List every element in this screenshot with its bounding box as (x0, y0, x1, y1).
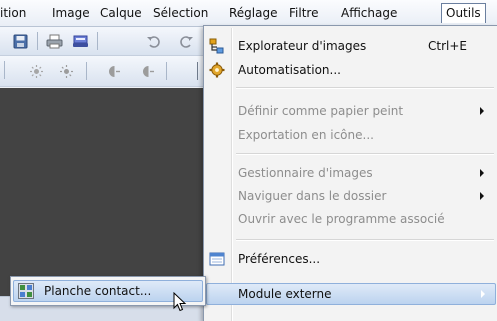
mouse-cursor-icon (173, 292, 187, 312)
menu-affichage[interactable]: Affichage (341, 0, 397, 26)
menu-item-label: Gestionnaire d'images (238, 166, 373, 180)
menu-item-explorer[interactable]: Explorateur d'images Ctrl+E (206, 35, 496, 57)
menu-bar: ition Image Calque Sélection Réglage Fil… (0, 0, 497, 27)
toolbar-separator (37, 32, 38, 50)
submenu-arrow-icon (480, 107, 484, 115)
undo-icon (146, 35, 160, 48)
sun-icon (59, 64, 73, 78)
sun-icon (29, 64, 43, 78)
menu-item-label: Définir comme papier peint (238, 104, 404, 118)
undo-button[interactable] (143, 32, 163, 50)
brightness-up-button[interactable] (56, 62, 76, 80)
menu-calque[interactable]: Calque (100, 0, 142, 26)
contact-sheet-icon (18, 283, 34, 299)
adjust-toolbar (0, 56, 205, 87)
menu-edition[interactable]: ition (0, 0, 26, 26)
brightness-down-button[interactable] (26, 62, 46, 80)
window-icon (209, 251, 225, 267)
contrast-down-button[interactable] (104, 62, 124, 80)
submenu-arrow-icon (480, 192, 484, 200)
menu-selection[interactable]: Sélection (153, 0, 208, 26)
menu-separator (236, 87, 494, 89)
menu-item-label: Module externe (238, 287, 332, 301)
menu-item-label: Naviguer dans le dossier (238, 189, 387, 203)
gear-icon (209, 62, 225, 78)
toolbar-grip (4, 61, 5, 79)
menu-item-set-wallpaper[interactable]: Définir comme papier peint (206, 100, 496, 122)
menu-item-label: Ouvrir avec le programme associé (238, 212, 445, 226)
print-button[interactable] (44, 32, 64, 50)
menu-item-automation[interactable]: Automatisation... (206, 59, 496, 81)
menu-item-external-module[interactable]: Module externe (206, 283, 496, 305)
toolbar-separator (197, 62, 198, 80)
menu-item-preferences[interactable]: Préférences... (206, 248, 496, 270)
menu-item-open-with[interactable]: Ouvrir avec le programme associé (206, 208, 496, 230)
submenu-arrow-icon (481, 290, 485, 298)
contrast-up-button[interactable] (138, 62, 158, 80)
menu-item-label: Préférences... (238, 252, 321, 266)
redo-icon (179, 35, 193, 48)
submenu-arrow-icon (480, 169, 484, 177)
save-button[interactable] (10, 32, 30, 50)
menu-item-label: Exportation en icône... (238, 128, 374, 142)
menu-item-export-icon[interactable]: Exportation en icône... (206, 124, 496, 146)
tools-menu: Explorateur d'images Ctrl+E Automatisati… (203, 25, 497, 321)
menu-item-browse-folder[interactable]: Naviguer dans le dossier (206, 185, 496, 207)
toolbar-separator (86, 62, 87, 80)
menu-item-shortcut: Ctrl+E (428, 39, 467, 53)
menu-filtre[interactable]: Filtre (289, 0, 318, 26)
menu-item-image-manager[interactable]: Gestionnaire d'images (206, 162, 496, 184)
menu-reglage[interactable]: Réglage (229, 0, 278, 26)
menu-item-label: Explorateur d'images (238, 39, 367, 53)
contrast-icon (108, 65, 120, 77)
menu-separator (236, 153, 494, 155)
menu-outils[interactable]: Outils (441, 3, 486, 23)
redo-button[interactable] (176, 32, 196, 50)
scan-button[interactable] (70, 32, 90, 50)
main-toolbar (0, 27, 205, 56)
printer-icon (46, 34, 62, 48)
save-icon (13, 34, 27, 48)
contrast-icon (142, 65, 154, 77)
menu-separator (236, 239, 494, 241)
scanner-icon (72, 35, 88, 47)
toolbar-separator (97, 32, 98, 50)
menu-item-label: Automatisation... (238, 63, 341, 77)
toolbar-separator (166, 62, 167, 80)
submenu-item-label: Planche contact... (44, 284, 152, 298)
explorer-icon (209, 38, 225, 54)
menu-image[interactable]: Image (52, 0, 90, 26)
